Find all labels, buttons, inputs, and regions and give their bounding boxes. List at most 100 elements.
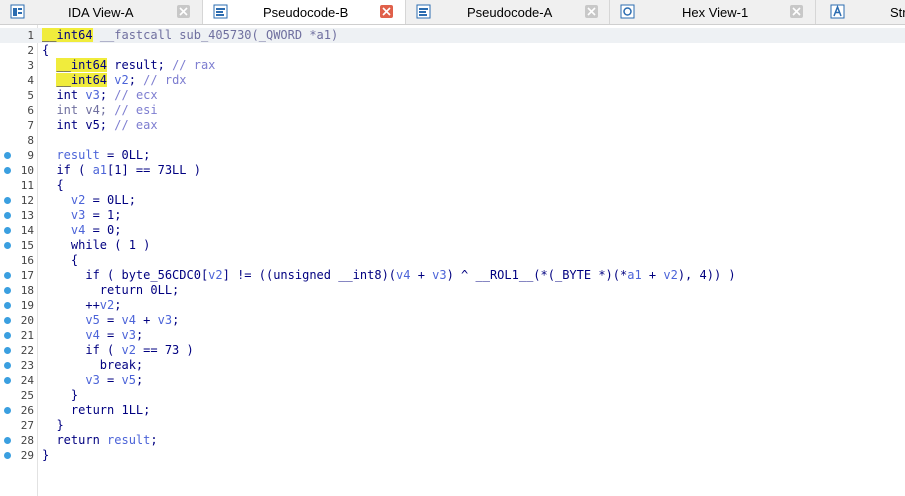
code-variable: result [107,433,151,447]
code-line[interactable]: 19 ++v2; [0,298,905,313]
code-line[interactable]: 8 [0,133,905,148]
pseudocode-icon [213,4,228,19]
code-text[interactable]: v3 = v5; [42,373,143,388]
code-text[interactable]: __int64 v2; // rdx [42,73,187,88]
code-token: + [135,313,158,327]
code-text[interactable]: { [42,43,49,58]
code-line[interactable]: 20 v5 = v4 + v3; [0,313,905,328]
tab-ida-view-a[interactable]: IDA View-A [0,0,203,24]
code-text[interactable]: ++v2; [42,298,121,313]
code-variable: v4 [85,328,100,342]
code-text[interactable]: v2 = 0LL; [42,193,136,208]
strings-icon [830,4,845,19]
code-text[interactable]: __int64 result; // rax [42,58,215,73]
code-line[interactable]: 15 while ( 1 ) [0,238,905,253]
code-line[interactable]: 7 int v5; // eax [0,118,905,133]
code-line[interactable]: 13 v3 = 1; [0,208,905,223]
code-token: int v4; [56,103,115,117]
code-line[interactable]: 29} [0,448,905,463]
code-text[interactable]: { [42,253,78,268]
code-token: = [99,373,122,387]
code-text[interactable]: return result; [42,433,157,448]
code-text[interactable]: v5 = v4 + v3; [42,313,179,328]
code-text[interactable]: v4 = v3; [42,328,143,343]
code-line[interactable]: 6 int v4; // esi [0,103,905,118]
code-text[interactable]: } [42,418,63,433]
code-line[interactable]: 17 if ( byte_56CDC0[v2] != ((unsigned __… [0,268,905,283]
close-icon[interactable] [177,5,190,18]
code-token: return 0LL; [42,283,180,297]
line-number: 27 [20,419,34,432]
code-variable: v2 [99,298,115,312]
code-variable: result [56,148,100,162]
code-text[interactable]: v4 = 0; [42,223,122,238]
code-token: = [99,328,122,342]
code-variable: v2 [114,73,129,87]
code-variable: a1 [627,268,642,282]
close-icon[interactable] [790,5,803,18]
code-comment: // rdx [143,73,187,87]
code-text[interactable]: while ( 1 ) [42,238,150,253]
line-number: 4 [27,74,34,87]
code-token: __fastcall sub_405730(_QWORD *a1) [99,28,339,42]
code-line[interactable]: 1 __int64 __fastcall sub_405730(_QWORD *a… [0,28,905,43]
code-text[interactable]: { [42,178,63,193]
code-line[interactable]: 10 if ( a1[1] == 73LL ) [0,163,905,178]
tab-pseudocode-a[interactable]: Pseudocode-A [406,0,610,24]
code-line[interactable]: 22 if ( v2 == 73 ) [0,343,905,358]
pseudocode-view[interactable]: 1 __int64 __fastcall sub_405730(_QWORD *a… [0,25,905,496]
close-icon[interactable] [585,5,598,18]
code-line[interactable]: 9 result = 0LL; [0,148,905,163]
code-line[interactable]: 24 v3 = v5; [0,373,905,388]
code-line[interactable]: 12 v2 = 0LL; [0,193,905,208]
line-number: 1 [27,29,34,42]
line-number: 9 [27,149,34,162]
code-line[interactable]: 21 v4 = v3; [0,328,905,343]
code-text[interactable]: if ( v2 == 73 ) [42,343,194,358]
tab-pseudocode-b[interactable]: Pseudocode-B [203,0,406,24]
code-text[interactable]: return 0LL; [42,283,179,298]
tab-strings[interactable]: Str [816,0,905,24]
code-line[interactable]: 14 v4 = 0; [0,223,905,238]
code-text[interactable]: int v4; // esi [42,103,157,118]
code-line[interactable]: 26 return 1LL; [0,403,905,418]
code-line[interactable]: 28 return result; [0,433,905,448]
code-text[interactable]: int v3; // ecx [42,88,157,103]
code-text[interactable]: v3 = 1; [42,208,122,223]
code-text[interactable]: if ( a1[1] == 73LL ) [42,163,201,178]
code-line[interactable]: 18 return 0LL; [0,283,905,298]
code-text[interactable]: result = 0LL; [42,148,150,163]
code-line[interactable]: 3 __int64 result; // rax [0,58,905,73]
code-text[interactable]: } [42,448,49,463]
tab-hex-view-1[interactable]: Hex View-1 [610,0,816,24]
code-line[interactable]: 5 int v3; // ecx [0,88,905,103]
code-token: + [641,268,664,282]
code-variable: v2 [70,193,86,207]
code-variable: v3 [70,208,86,222]
code-text[interactable]: if ( byte_56CDC0[v2] != ((unsigned __int… [42,268,735,283]
code-line[interactable]: 23 break; [0,358,905,373]
code-token: if ( byte_56CDC0[ [42,268,209,282]
code-line[interactable]: 4 __int64 v2; // rdx [0,73,905,88]
code-type-highlight: __int64 [42,28,93,42]
code-text[interactable]: break; [42,358,143,373]
code-text[interactable]: __int64 __fastcall sub_405730(_QWORD *a1… [42,28,338,43]
close-icon[interactable] [380,5,393,18]
code-token: == 73 ) [135,343,194,357]
code-text[interactable]: return 1LL; [42,403,150,418]
line-number: 26 [20,404,34,417]
code-line[interactable]: 16 { [0,253,905,268]
code-text[interactable]: int v5; // eax [42,118,157,133]
code-line[interactable]: 25 } [0,388,905,403]
code-variable: v4 [121,313,136,327]
code-token: ; [135,373,144,387]
code-line[interactable]: 11 { [0,178,905,193]
code-text[interactable]: } [42,388,78,403]
code-line[interactable]: 2{ [0,43,905,58]
code-token: return [42,433,108,447]
code-line[interactable]: 27 } [0,418,905,433]
